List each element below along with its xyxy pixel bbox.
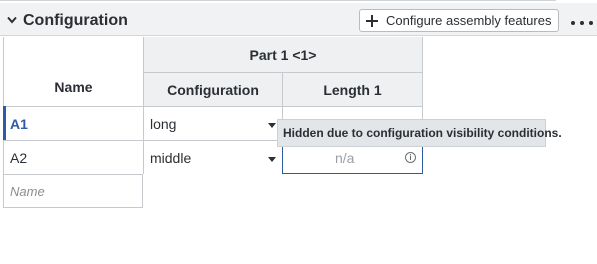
column-header-length: Length 1: [282, 72, 423, 106]
dropdown-arrow-icon: [268, 123, 276, 128]
plus-icon: [366, 14, 378, 27]
column-header-name-label: Name: [54, 79, 93, 95]
table-row-name-cell[interactable]: A1: [3, 106, 143, 140]
configuration-select[interactable]: middle: [143, 140, 282, 174]
group-header-label: Part 1 <1>: [249, 46, 317, 63]
configure-button-label: Configure assembly features: [386, 13, 552, 28]
column-header-name: Name: [3, 37, 143, 106]
row-name: A2: [10, 149, 28, 166]
configuration-select-value: middle: [150, 149, 192, 166]
configuration-panel-header: Configuration Configure assembly feature…: [0, 3, 597, 36]
new-row-name-input[interactable]: Name: [3, 174, 143, 208]
row-name: A1: [10, 115, 28, 132]
configuration-select[interactable]: long: [143, 106, 282, 140]
column-header-configuration: Configuration: [143, 72, 282, 106]
dropdown-arrow-icon: [268, 157, 276, 162]
top-border: [0, 0, 556, 1]
configure-assembly-features-button[interactable]: Configure assembly features: [359, 9, 559, 32]
new-row-placeholder: Name: [10, 183, 45, 199]
group-header-part: Part 1 <1>: [143, 37, 423, 72]
dot-icon: [589, 21, 593, 25]
visibility-tooltip: Hidden due to configuration visibility c…: [277, 119, 562, 147]
selected-row-indicator: [3, 106, 6, 140]
dot-icon: [571, 21, 575, 25]
dot-icon: [580, 21, 584, 25]
info-icon[interactable]: i: [405, 152, 416, 163]
column-header-length-label: Length 1: [323, 81, 382, 98]
table-row-name-cell[interactable]: A2: [3, 140, 143, 174]
panel-title: Configuration: [23, 12, 128, 29]
configuration-select-value: long: [150, 115, 177, 132]
length-value: n/a: [335, 150, 355, 166]
tooltip-text: Hidden due to configuration visibility c…: [283, 126, 562, 140]
more-options-icon[interactable]: [571, 21, 593, 27]
chevron-down-icon[interactable]: [7, 16, 17, 24]
column-header-configuration-label: Configuration: [167, 81, 259, 98]
